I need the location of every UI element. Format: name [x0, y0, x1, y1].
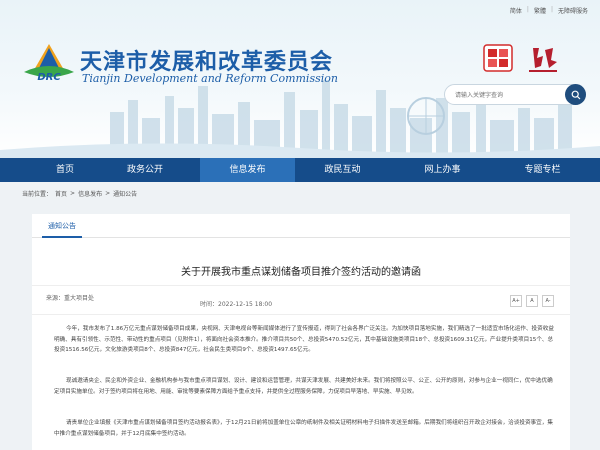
- separator: |: [550, 6, 553, 13]
- breadcrumb-notice[interactable]: 通知公告: [113, 189, 137, 198]
- content-panel: 通知公告 关于开展我市重点谋划储备项目推介签约活动的邀请函 来源：重大项目处 时…: [32, 214, 570, 450]
- tab-bar: 通知公告: [32, 214, 570, 238]
- article-paragraph: 今年，我市发布了1.86万亿元重点谋划储备项目成果，央视网、天津电视台等新闻媒体…: [54, 326, 554, 353]
- site-header: 简体 | 繁體 | 无障碍服务 DRC 天津市发展和改革委员会 Tianjin …: [0, 0, 600, 158]
- font-reset-button[interactable]: A: [526, 295, 538, 307]
- breadcrumb-separator: >: [70, 190, 76, 197]
- article-meta: 来源：重大项目处 时间：2022-12-15 18:00 A+ A A-: [32, 285, 570, 315]
- nav-gov-affairs[interactable]: 政务公开: [90, 158, 200, 182]
- nav-info-release[interactable]: 信息发布: [200, 158, 295, 182]
- logo-text: DRC: [37, 72, 61, 83]
- traditional-chinese-link[interactable]: 繁體: [534, 6, 546, 15]
- nav-interaction[interactable]: 政民互动: [295, 158, 390, 182]
- article-paragraph: 请贵单位企业填报《天津市重点谋划储备项目签约活动报名表》，于12月21日前将加盖…: [54, 420, 553, 437]
- main-nav: 首页 政务公开 信息发布 政民互动 网上办事 专题专栏: [0, 158, 600, 182]
- accessibility-link[interactable]: 无障碍服务: [558, 6, 588, 15]
- search-input[interactable]: [455, 89, 565, 101]
- breadcrumb-home[interactable]: 首页: [55, 189, 67, 198]
- search-button[interactable]: [565, 84, 586, 105]
- tab-notice[interactable]: 通知公告: [42, 214, 82, 238]
- drc-logo[interactable]: DRC: [22, 42, 76, 86]
- site-title-english: Tianjin Development and Reform Commissio…: [82, 72, 338, 85]
- breadcrumb-separator: >: [105, 190, 111, 197]
- simplified-chinese-link[interactable]: 简体: [510, 6, 522, 15]
- nav-home[interactable]: 首页: [40, 158, 90, 182]
- font-increase-button[interactable]: A+: [510, 295, 522, 307]
- article-time: 时间：2022-12-15 18:00: [200, 301, 273, 308]
- emblem-seal-icon: [483, 44, 513, 72]
- separator: |: [526, 6, 529, 13]
- search-icon: [571, 90, 580, 99]
- article-paragraph: 现诚邀请央企、民企和外资企业、金融机构参与我市重点项目谋划、设计、建设和运营管理…: [54, 378, 553, 395]
- breadcrumb-label: 当前位置：: [22, 191, 53, 198]
- article-title: 关于开展我市重点谋划储备项目推介签约活动的邀请函: [181, 267, 421, 278]
- breadcrumb: 当前位置： 首页 > 信息发布 > 通知公告: [22, 189, 137, 198]
- search-box: [444, 84, 586, 105]
- breadcrumb-info-release[interactable]: 信息发布: [78, 189, 102, 198]
- nav-special-topics[interactable]: 专题专栏: [495, 158, 590, 182]
- calligraphy-badge-icon: [529, 48, 557, 72]
- top-links: 简体 | 繁體 | 无障碍服务: [510, 6, 588, 15]
- nav-online-service[interactable]: 网上办事: [390, 158, 495, 182]
- font-decrease-button[interactable]: A-: [542, 295, 554, 307]
- article-source: 来源：重大项目处: [46, 295, 95, 302]
